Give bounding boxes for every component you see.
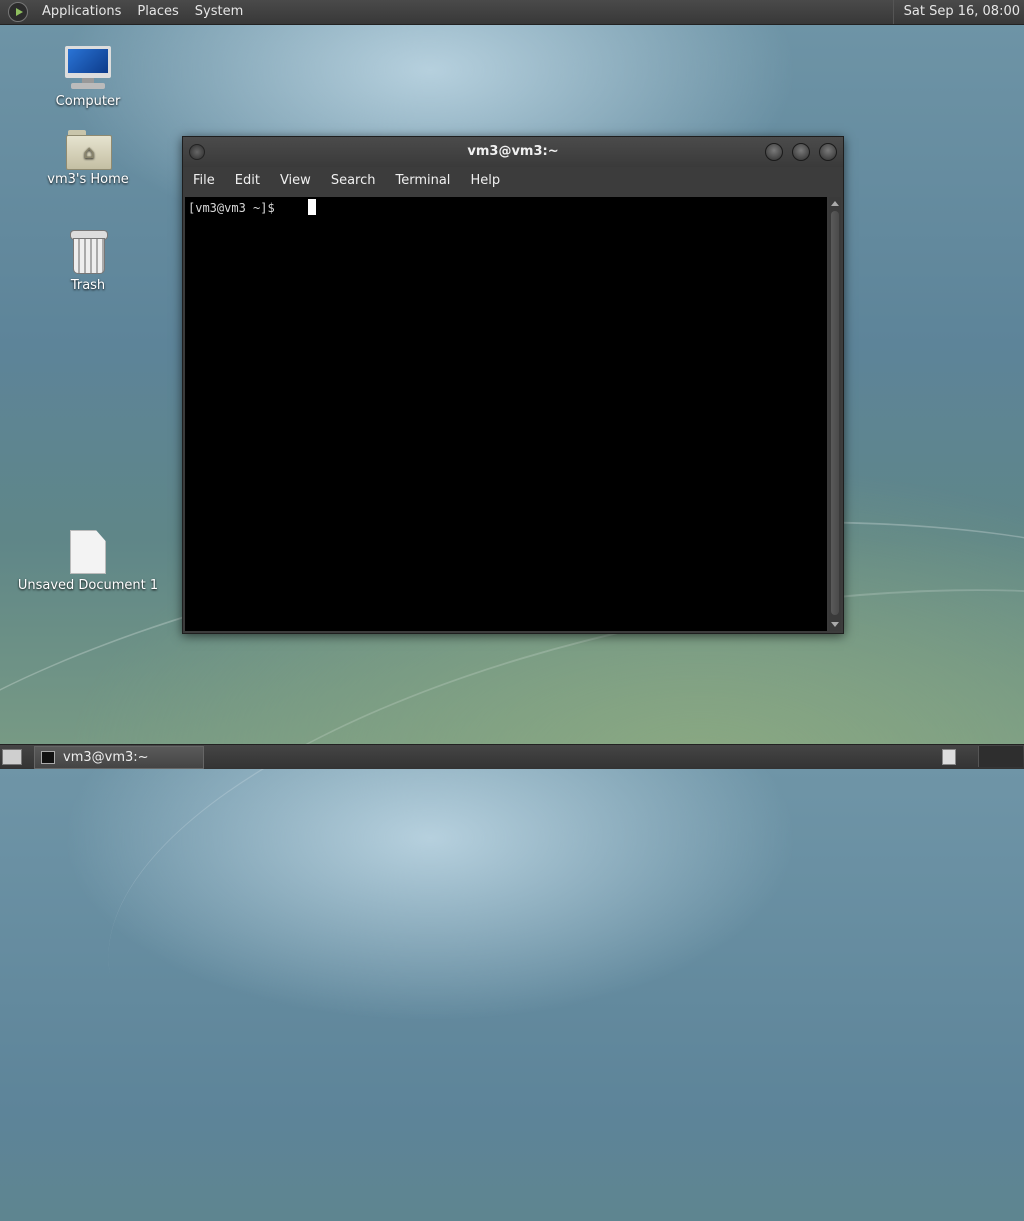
menu-view[interactable]: View [270, 167, 321, 195]
home-folder-icon: ⌂ [66, 130, 112, 170]
terminal-menubar: File Edit View Search Terminal Help [183, 167, 843, 195]
scroll-up-arrow-icon[interactable] [831, 201, 839, 206]
taskbar-label: vm3@vm3:~ [63, 750, 149, 765]
desktop-icon-label: vm3's Home [47, 172, 129, 187]
trash-icon [70, 230, 108, 274]
terminal-scrollbar[interactable] [829, 197, 841, 631]
terminal-window[interactable]: vm3@vm3:~ File Edit View Search Terminal… [182, 136, 844, 634]
window-menu-button[interactable] [189, 144, 205, 160]
document-icon [70, 530, 106, 574]
menu-help[interactable]: Help [460, 167, 510, 195]
desktop-icon-label: Trash [70, 278, 106, 293]
clock[interactable]: Sat Sep 16, 08:00 [892, 0, 1020, 24]
scroll-down-arrow-icon[interactable] [831, 622, 839, 627]
menu-file[interactable]: File [183, 167, 225, 195]
distro-logo-icon[interactable] [8, 2, 28, 22]
close-button[interactable] [819, 143, 837, 161]
terminal-icon [41, 751, 55, 764]
desktop-icon-label: Unsaved Document 1 [17, 578, 159, 593]
desktop-icon-trash[interactable]: Trash [13, 230, 163, 293]
text-cursor [308, 199, 316, 215]
window-title: vm3@vm3:~ [467, 144, 559, 159]
scrollbar-thumb[interactable] [831, 211, 839, 615]
desktop-icon-document[interactable]: Unsaved Document 1 [13, 530, 163, 593]
desktop-icon-label: Computer [55, 94, 121, 109]
desktop-icon-home[interactable]: ⌂ vm3's Home [13, 130, 163, 187]
maximize-button[interactable] [792, 143, 810, 161]
workspace-switcher-2[interactable] [978, 746, 1023, 767]
menu-search[interactable]: Search [321, 167, 386, 195]
taskbar-button-terminal[interactable]: vm3@vm3:~ [34, 746, 204, 769]
system-menu[interactable]: System [187, 0, 251, 24]
window-titlebar[interactable]: vm3@vm3:~ [183, 137, 843, 167]
shell-prompt: [vm3@vm3 ~]$ [188, 201, 275, 215]
minimize-button[interactable] [765, 143, 783, 161]
workspace-switcher-1[interactable] [942, 749, 956, 765]
menu-terminal[interactable]: Terminal [385, 167, 460, 195]
computer-icon [65, 46, 111, 90]
places-menu[interactable]: Places [129, 0, 186, 24]
applications-menu[interactable]: Applications [34, 0, 129, 24]
show-desktop-icon[interactable] [2, 749, 22, 765]
desktop-icon-computer[interactable]: Computer [13, 46, 163, 109]
bottom-panel: vm3@vm3:~ [0, 744, 1024, 769]
top-panel: Applications Places System Sat Sep 16, 0… [0, 0, 1024, 25]
menu-edit[interactable]: Edit [225, 167, 270, 195]
terminal-output[interactable]: [vm3@vm3 ~]$ [185, 197, 827, 631]
